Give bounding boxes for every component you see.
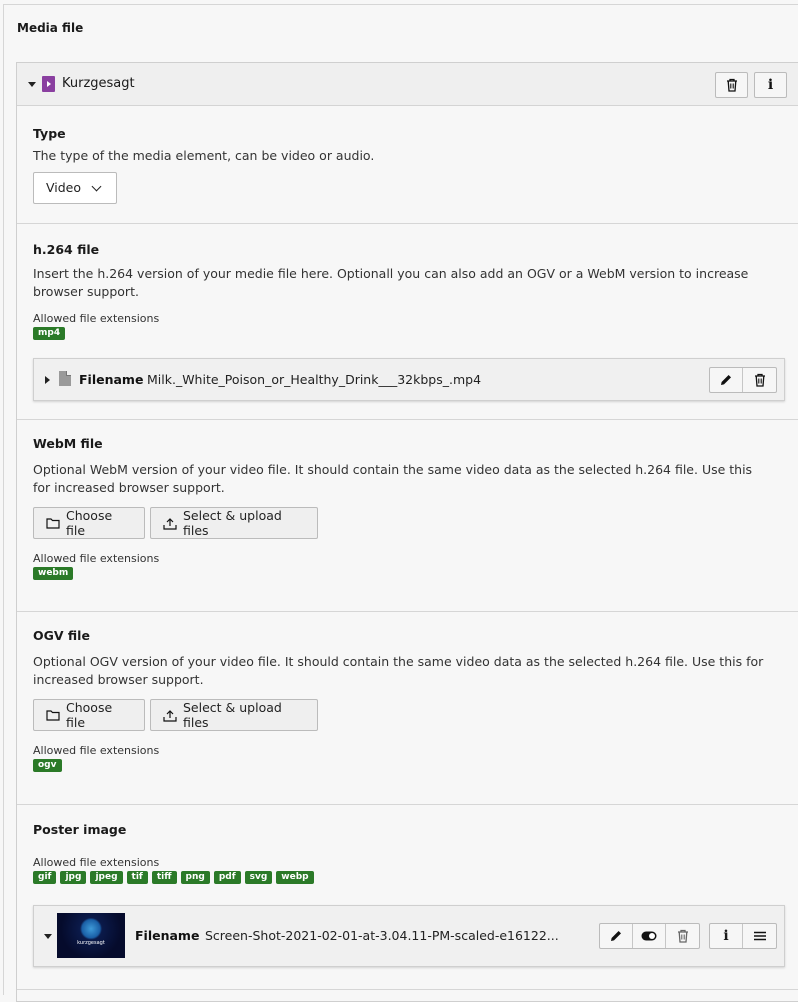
webm-upload-button[interactable]: Select & upload files — [150, 507, 318, 539]
expand-caret-icon[interactable] — [45, 376, 50, 384]
video-file-icon — [42, 76, 55, 92]
chevron-down-icon — [91, 181, 102, 192]
extension-badge: pdf — [213, 871, 241, 884]
poster-file-actions — [599, 923, 700, 949]
ogv-field-description: Optional OGV version of your video file.… — [33, 654, 764, 687]
webm-choose-file-button[interactable]: Choose file — [33, 507, 145, 539]
h264-allowed-label: Allowed file extensions — [33, 312, 160, 325]
choose-file-label: Choose file — [66, 508, 113, 538]
drag-handle-icon — [753, 931, 767, 941]
poster-file-more-actions: i — [709, 923, 777, 949]
filename-label: Filename — [79, 372, 144, 387]
extension-badge: ogv — [33, 759, 62, 772]
upload-icon — [163, 517, 177, 530]
section-title: Media file — [17, 21, 84, 35]
pencil-icon — [719, 373, 733, 387]
ogv-upload-button[interactable]: Select & upload files — [150, 699, 318, 731]
trash-icon — [725, 78, 739, 92]
drag-handle-button[interactable] — [743, 924, 776, 948]
webm-allowed-label: Allowed file extensions — [33, 552, 160, 565]
extension-badge: svg — [244, 871, 273, 884]
extension-badge: mp4 — [33, 327, 66, 340]
file-icon — [59, 371, 71, 386]
media-file-section: Media file Kurzgesagt i Type The type of… — [3, 5, 798, 1002]
extension-badge: webm — [33, 567, 74, 580]
type-field-description: The type of the media element, can be vi… — [33, 148, 375, 163]
ogv-extensions: ogv — [33, 759, 62, 772]
file-info-button[interactable]: i — [710, 924, 743, 948]
ogv-field: OGV file Optional OGV version of your vi… — [17, 612, 798, 805]
delete-file-button[interactable] — [743, 368, 776, 392]
poster-thumbnail: kurzgesagt — [57, 913, 125, 958]
delete-file-button[interactable] — [666, 924, 699, 948]
h264-field: h.264 file Insert the h.264 version of y… — [17, 224, 798, 420]
filename-value: Screen-Shot-2021-02-01-at-3.04.11-PM-sca… — [205, 928, 559, 943]
type-select-value: Video — [46, 180, 82, 195]
upload-label: Select & upload files — [183, 700, 282, 730]
upload-icon — [163, 709, 177, 722]
ogv-allowed-label: Allowed file extensions — [33, 744, 160, 757]
h264-field-description: Insert the h.264 version of your medie f… — [33, 266, 749, 299]
h264-file-actions — [709, 367, 777, 393]
poster-field: Poster image Allowed file extensions gif… — [17, 805, 798, 990]
thumbnail-text: kurzgesagt — [77, 940, 105, 946]
extension-badge: gif — [33, 871, 57, 884]
webm-field: WebM file Optional WebM version of your … — [17, 420, 798, 612]
extension-badge: jpeg — [90, 871, 123, 884]
record-info-button[interactable]: i — [754, 72, 787, 98]
extension-badge: jpg — [60, 871, 87, 884]
media-record-panel: Kurzgesagt i Type The type of the media … — [16, 62, 798, 1002]
webm-field-description: Optional WebM version of your video file… — [33, 462, 753, 495]
toggle-icon — [641, 931, 657, 941]
ogv-field-title: OGV file — [33, 628, 90, 643]
extension-badge: png — [180, 871, 210, 884]
pencil-icon — [609, 929, 623, 943]
extension-badge: tif — [126, 871, 148, 884]
ogv-choose-file-button[interactable]: Choose file — [33, 699, 145, 731]
poster-file-reference: kurzgesagt Filename Screen-Shot-2021-02-… — [33, 905, 785, 967]
type-field: Type The type of the media element, can … — [17, 106, 798, 224]
choose-file-label: Choose file — [66, 700, 113, 730]
filename-label: Filename — [135, 928, 200, 943]
collapse-caret-icon[interactable] — [28, 82, 36, 87]
webm-field-title: WebM file — [33, 436, 103, 451]
folder-icon — [46, 709, 60, 721]
info-icon: i — [767, 77, 774, 93]
trash-icon — [753, 373, 767, 387]
extension-badge: tiff — [151, 871, 177, 884]
record-title: Kurzgesagt — [62, 76, 135, 91]
edit-file-button[interactable] — [710, 368, 743, 392]
type-field-title: Type — [33, 126, 66, 141]
poster-extensions: gif jpg jpeg tif tiff png pdf svg webp — [33, 871, 314, 884]
edit-file-button[interactable] — [600, 924, 633, 948]
h264-file-reference: Filename Milk._White_Poison_or_Healthy_D… — [33, 358, 785, 401]
panel-header[interactable]: Kurzgesagt i — [17, 63, 798, 106]
webm-extensions: webm — [33, 567, 74, 580]
poster-allowed-label: Allowed file extensions — [33, 856, 160, 869]
delete-record-button[interactable] — [715, 72, 748, 98]
type-select[interactable]: Video — [33, 172, 117, 204]
filename-value: Milk._White_Poison_or_Healthy_Drink___32… — [147, 372, 482, 387]
folder-icon — [46, 517, 60, 529]
h264-extensions: mp4 — [33, 327, 66, 340]
poster-field-title: Poster image — [33, 822, 127, 837]
collapse-caret-icon[interactable] — [44, 934, 52, 939]
trash-icon — [676, 929, 690, 943]
extension-badge: webp — [276, 871, 314, 884]
toggle-visibility-button[interactable] — [633, 924, 666, 948]
upload-label: Select & upload files — [183, 508, 282, 538]
h264-field-title: h.264 file — [33, 242, 100, 257]
info-icon: i — [723, 928, 729, 944]
